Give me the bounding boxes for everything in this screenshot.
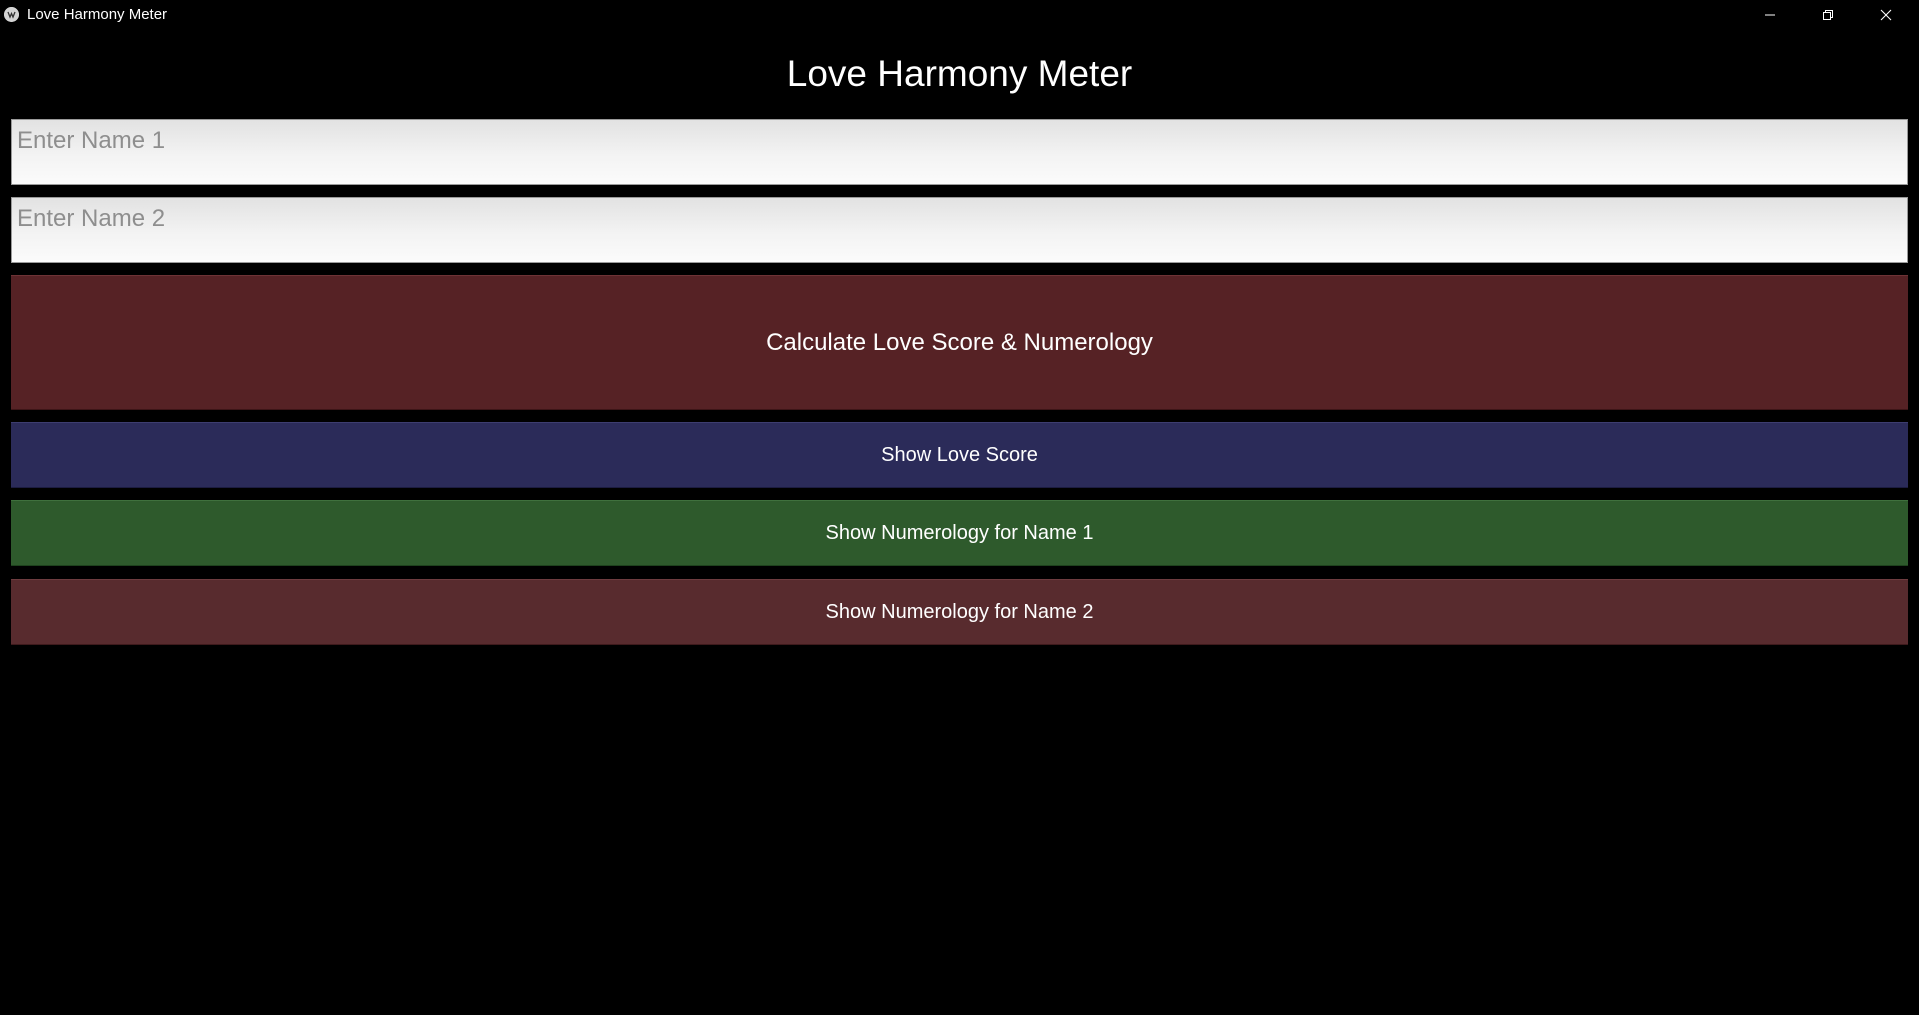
- restore-icon: [1823, 9, 1833, 20]
- calculate-button-label: Calculate Love Score & Numerology: [766, 328, 1153, 356]
- name1-input[interactable]: [11, 119, 1908, 185]
- name2-input[interactable]: [11, 197, 1908, 263]
- show-numerology-name2-label: Show Numerology for Name 2: [825, 600, 1094, 623]
- page-title: Love Harmony Meter: [786, 53, 1133, 94]
- show-numerology-name1-button[interactable]: Show Numerology for Name 1: [11, 500, 1908, 566]
- show-love-score-button[interactable]: Show Love Score: [11, 422, 1908, 488]
- close-icon: [1880, 9, 1892, 20]
- calculate-button[interactable]: Calculate Love Score & Numerology: [11, 275, 1908, 410]
- show-numerology-name2-button[interactable]: Show Numerology for Name 2: [11, 579, 1908, 645]
- show-love-score-label: Show Love Score: [881, 443, 1038, 466]
- title-bar: Love Harmony Meter: [0, 0, 1919, 29]
- window-title: Love Harmony Meter: [27, 6, 168, 23]
- maximize-button[interactable]: [1799, 0, 1857, 29]
- show-numerology-name1-label: Show Numerology for Name 1: [825, 521, 1094, 544]
- close-button[interactable]: [1857, 0, 1915, 29]
- minimize-icon: [1765, 14, 1775, 15]
- app-icon: [4, 7, 19, 22]
- minimize-button[interactable]: [1741, 0, 1799, 29]
